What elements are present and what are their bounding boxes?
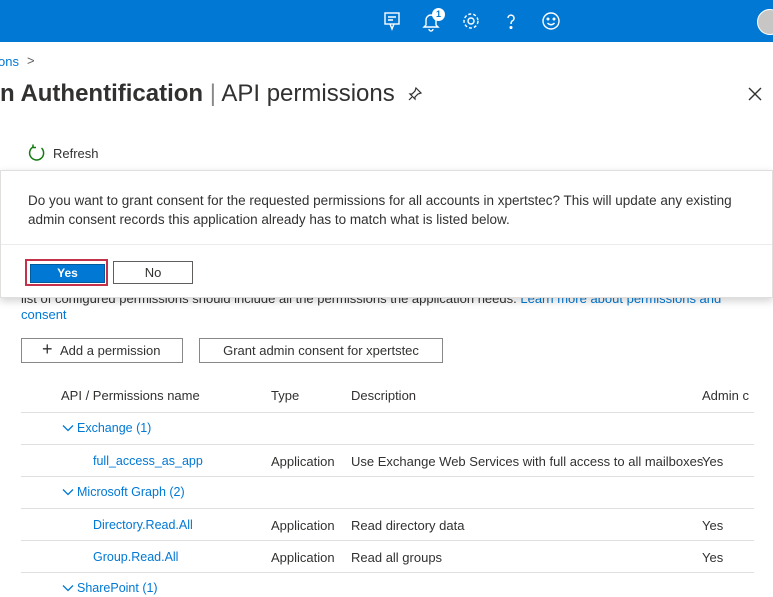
refresh-button[interactable]: Refresh <box>28 142 99 164</box>
close-icon[interactable] <box>747 86 763 102</box>
permission-name-link[interactable]: Group.Read.All <box>93 550 178 564</box>
column-header-admin-consent[interactable]: Admin c <box>702 388 749 403</box>
group-label: Microsoft Graph (2) <box>77 485 185 499</box>
group-label: Exchange (1) <box>77 421 152 435</box>
notification-count-badge: 1 <box>432 8 445 21</box>
yes-button[interactable]: Yes <box>30 264 105 283</box>
permission-type: Application <box>271 518 335 533</box>
permission-type: Application <box>271 454 335 469</box>
breadcrumb-link[interactable]: ons <box>0 54 19 69</box>
permission-name-link[interactable]: Directory.Read.All <box>93 518 193 532</box>
breadcrumb-separator: > <box>27 53 35 68</box>
chevron-down-icon <box>62 489 74 496</box>
refresh-icon <box>28 144 45 161</box>
permission-admin-consent: Yes <box>702 550 724 565</box>
page-title: n Authentification | API permissions <box>0 80 395 108</box>
plus-icon: + <box>42 339 53 359</box>
chevron-down-icon <box>62 585 74 592</box>
pin-icon[interactable] <box>407 86 423 102</box>
permission-admin-consent: Yes <box>702 518 724 533</box>
learn-more-link-continued[interactable]: consent <box>21 307 67 322</box>
column-header-type[interactable]: Type <box>271 388 299 403</box>
row-divider <box>21 412 754 413</box>
settings-icon[interactable] <box>460 10 482 32</box>
page-title-separator: | <box>209 80 216 107</box>
group-row-microsoft-graph[interactable]: Microsoft Graph (2) <box>62 485 185 499</box>
top-navigation-bar: 1 <box>0 0 773 42</box>
chevron-down-icon <box>62 425 74 432</box>
dialog-divider <box>1 244 772 245</box>
column-header-description[interactable]: Description <box>351 388 416 403</box>
help-icon[interactable] <box>500 10 522 32</box>
permission-description: Read all groups <box>351 550 443 565</box>
refresh-label: Refresh <box>53 145 99 161</box>
permission-admin-consent: Yes <box>702 454 724 469</box>
add-permission-label: Add a permission <box>60 343 161 358</box>
column-header-name[interactable]: API / Permissions name <box>61 388 200 403</box>
permission-type: Application <box>271 550 335 565</box>
row-divider <box>21 540 754 541</box>
page-title-section: API permissions <box>221 80 395 107</box>
page-title-app: n Authentification <box>0 80 204 107</box>
group-row-exchange[interactable]: Exchange (1) <box>62 421 151 435</box>
dialog-message: Do you want to grant consent for the req… <box>28 193 732 227</box>
avatar[interactable] <box>757 9 773 35</box>
add-permission-button[interactable]: + Add a permission <box>21 338 183 363</box>
group-row-sharepoint[interactable]: SharePoint (1) <box>62 581 158 595</box>
permission-description: Use Exchange Web Services with full acce… <box>351 454 704 469</box>
grant-admin-consent-button[interactable]: Grant admin consent for xpertstec <box>199 338 443 363</box>
feedback-icon[interactable] <box>381 10 403 32</box>
group-label: SharePoint (1) <box>77 581 158 595</box>
grant-consent-dialog: Do you want to grant consent for the req… <box>0 170 773 298</box>
no-button[interactable]: No <box>113 261 193 284</box>
row-divider <box>21 476 754 477</box>
smiley-icon[interactable] <box>540 10 562 32</box>
yes-button-highlight: Yes <box>25 259 108 286</box>
row-divider <box>21 572 754 573</box>
row-divider <box>21 444 754 445</box>
permission-description: Read directory data <box>351 518 465 533</box>
row-divider <box>21 508 754 509</box>
permission-name-link[interactable]: full_access_as_app <box>93 454 203 468</box>
